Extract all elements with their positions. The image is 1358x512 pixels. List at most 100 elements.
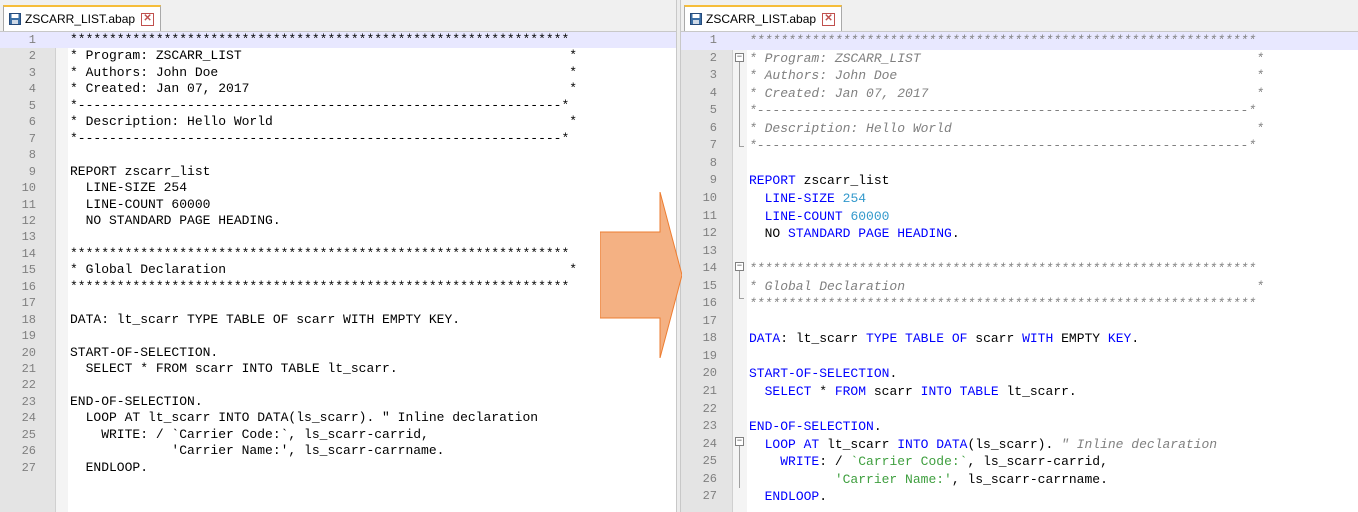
code-line[interactable]: 16 **************************************…: [0, 279, 676, 295]
code-line[interactable]: 18 DATA: lt_scarr TYPE TABLE OF scarr WIT…: [0, 312, 676, 328]
code-token: scarr: [967, 331, 1023, 347]
code-line[interactable]: 9 REPORT zscarr_list: [681, 172, 1358, 190]
code-token: .: [889, 366, 898, 382]
code-token: LINE-SIZE: [764, 190, 835, 206]
code-line[interactable]: 8: [0, 147, 676, 163]
code-line[interactable]: 18 DATA: lt_scarr TYPE TABLE OF scarr WIT…: [681, 330, 1358, 348]
code-line[interactable]: 17: [0, 295, 676, 311]
code-line[interactable]: 24 LOOP AT lt_scarr INTO DATA(ls_scarr).…: [0, 410, 676, 426]
code-text: WRITE: / `Carrier Code:`, ls_scarr-carri…: [749, 453, 1108, 471]
code-token: * Description: Hello World *: [749, 120, 1264, 136]
left-editor-pane: ZSCARR_LIST.abap ✕ 1 ********************…: [0, 0, 676, 512]
code-line[interactable]: 25 WRITE: / `Carrier Code:`, ls_scarr-ca…: [0, 427, 676, 443]
code-line[interactable]: 21 SELECT * FROM scarr INTO TABLE lt_sca…: [681, 383, 1358, 401]
code-line[interactable]: 11 LINE-COUNT 60000: [0, 197, 676, 213]
close-icon[interactable]: ✕: [141, 12, 155, 26]
line-number: 14: [21, 246, 36, 261]
code-line[interactable]: 1 ***************************************…: [681, 32, 1358, 50]
line-number: 19: [21, 329, 36, 344]
code-text: LOOP AT lt_scarr INTO DATA(ls_scarr). " …: [749, 436, 1218, 454]
line-number: 11: [702, 208, 717, 223]
line-number: 1: [681, 32, 717, 50]
code-line[interactable]: 22: [681, 401, 1358, 419]
code-line[interactable]: 21 SELECT * FROM scarr INTO TABLE lt_sca…: [0, 361, 676, 377]
code-line[interactable]: 16 **************************************…: [681, 295, 1358, 313]
line-number: 4: [28, 82, 36, 97]
code-line[interactable]: 27 ENDLOOP.: [0, 460, 676, 476]
code-line[interactable]: 22: [0, 377, 676, 393]
code-line[interactable]: 6 * Description: Hello World *: [0, 114, 676, 130]
code-line[interactable]: 19: [0, 328, 676, 344]
code-text: ENDLOOP.: [749, 488, 827, 506]
line-number: 8: [709, 155, 717, 170]
code-editor[interactable]: 1 ***************************************…: [0, 32, 676, 512]
code-text: START-OF-SELECTION.: [70, 345, 218, 361]
file-tab[interactable]: ZSCARR_LIST.abap ✕: [3, 5, 162, 31]
code-text: 'Carrier Name:', ls_scarr-carrname.: [70, 443, 444, 459]
code-line[interactable]: 7 *--------------------------------------…: [0, 131, 676, 147]
code-line[interactable]: 10 LINE-SIZE 254: [0, 180, 676, 196]
code-line[interactable]: 4 * Created: Jan 07, 2017 *: [681, 85, 1358, 103]
code-text: DATA: lt_scarr TYPE TABLE OF scarr WITH …: [70, 312, 460, 328]
code-line[interactable]: 14 **************************************…: [681, 260, 1358, 278]
line-number: 3: [709, 68, 717, 83]
code-line[interactable]: 25 WRITE: / `Carrier Code:`, ls_scarr-ca…: [681, 453, 1358, 471]
code-line[interactable]: 20 START-OF-SELECTION.: [0, 345, 676, 361]
code-line[interactable]: 19: [681, 348, 1358, 366]
code-text: LINE-SIZE 254: [749, 190, 866, 208]
line-number: 20: [702, 366, 717, 381]
code-line[interactable]: 10 LINE-SIZE 254: [681, 190, 1358, 208]
code-line[interactable]: 23 END-OF-SELECTION.: [681, 418, 1358, 436]
code-line[interactable]: 9 REPORT zscarr_list: [0, 164, 676, 180]
code-line[interactable]: 4 * Created: Jan 07, 2017 *: [0, 81, 676, 97]
code-line[interactable]: 12 NO STANDARD PAGE HEADING.: [0, 213, 676, 229]
code-line[interactable]: 2 * Program: ZSCARR_LIST *: [681, 50, 1358, 68]
code-line[interactable]: 11 LINE-COUNT 60000: [681, 208, 1358, 226]
code-line[interactable]: 26 'Carrier Name:', ls_scarr-carrname.: [0, 443, 676, 459]
code-line[interactable]: 3 * Authors: John Doe *: [681, 67, 1358, 85]
code-editor[interactable]: − − − 1 *********************************…: [681, 32, 1358, 512]
code-line[interactable]: 13: [0, 229, 676, 245]
code-line[interactable]: 24 LOOP AT lt_scarr INTO DATA(ls_scarr).…: [681, 436, 1358, 454]
code-line[interactable]: 7 *--------------------------------------…: [681, 137, 1358, 155]
code-line[interactable]: 17: [681, 313, 1358, 331]
code-token: INTO TABLE: [920, 384, 999, 399]
code-line[interactable]: 15 * Global Declaration *: [0, 262, 676, 278]
code-token: ****************************************…: [749, 296, 1257, 312]
code-token: END-OF-SELECTION.: [70, 393, 203, 409]
code-line[interactable]: 12 NO STANDARD PAGE HEADING.: [681, 225, 1358, 243]
line-number: 5: [28, 98, 36, 113]
code-line[interactable]: 27 ENDLOOP.: [681, 488, 1358, 506]
code-line[interactable]: 20 START-OF-SELECTION.: [681, 365, 1358, 383]
code-line[interactable]: 26 'Carrier Name:', ls_scarr-carrname.: [681, 471, 1358, 489]
code-token: 'Carrier Name:', ls_scarr-carrname.: [70, 443, 445, 459]
code-line[interactable]: 15 * Global Declaration *: [681, 278, 1358, 296]
code-line[interactable]: 5 *--------------------------------------…: [0, 98, 676, 114]
code-token: * Authors: John Doe *: [70, 64, 578, 80]
line-number: 27: [702, 489, 717, 504]
code-line[interactable]: 14 **************************************…: [0, 246, 676, 262]
code-text: ****************************************…: [70, 246, 569, 262]
transform-arrow: [600, 192, 682, 358]
code-line[interactable]: 6 * Description: Hello World *: [681, 120, 1358, 138]
code-token: START-OF-SELECTION: [749, 366, 890, 382]
code-line[interactable]: 5 *--------------------------------------…: [681, 102, 1358, 120]
close-icon[interactable]: ✕: [822, 12, 836, 26]
code-line[interactable]: 8: [681, 155, 1358, 173]
file-tab[interactable]: ZSCARR_LIST.abap ✕: [684, 5, 843, 31]
code-token: REPORT zscarr_list: [70, 163, 211, 179]
code-text: END-OF-SELECTION.: [749, 418, 882, 436]
code-line[interactable]: 2 * Program: ZSCARR_LIST *: [0, 48, 676, 64]
code-token: ****************************************…: [749, 33, 1257, 48]
code-line[interactable]: 3 * Authors: John Doe *: [0, 65, 676, 81]
line-number: 21: [21, 362, 36, 376]
line-number: 22: [21, 378, 36, 393]
code-line[interactable]: 13: [681, 243, 1358, 261]
code-line[interactable]: 1 ***************************************…: [0, 32, 676, 49]
code-line[interactable]: 23 END-OF-SELECTION.: [0, 394, 676, 410]
code-token: *---------------------------------------…: [749, 138, 1257, 154]
code-text: ENDLOOP.: [70, 460, 148, 476]
line-number: 7: [709, 138, 717, 153]
code-token: *---------------------------------------…: [70, 97, 570, 113]
